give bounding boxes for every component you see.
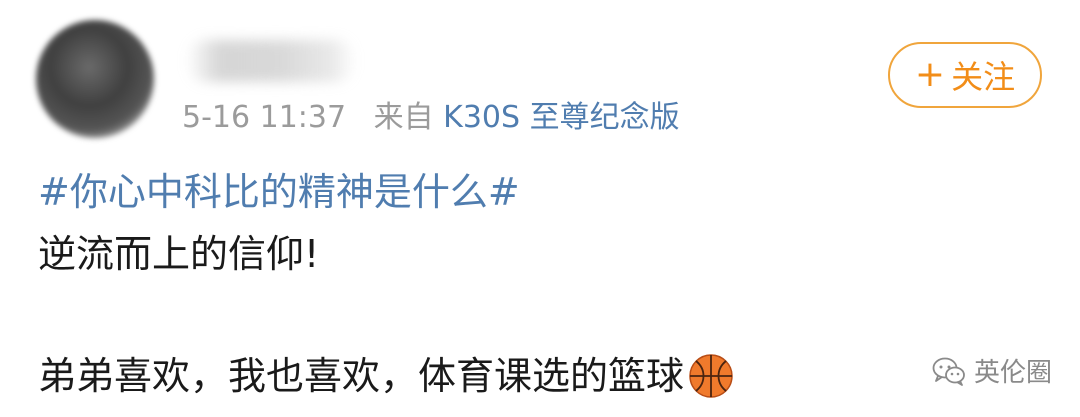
brand-watermark: 英伦圈: [932, 352, 1052, 389]
plus-icon: +: [914, 54, 946, 95]
source-prefix: 来自: [373, 100, 434, 135]
avatar[interactable]: [36, 20, 154, 138]
post-text-line-3-row: 弟弟喜欢，我也喜欢，体育课选的篮球: [38, 350, 1038, 402]
post-text-line-2: 逆流而上的信仰!: [38, 232, 320, 276]
follow-label: 关注: [951, 58, 1016, 96]
topic-line: #你心中科比的精神是什么#: [38, 166, 1038, 218]
brand-name: 英伦圈: [973, 358, 1052, 388]
post-body: #你心中科比的精神是什么# 逆流而上的信仰! 弟弟喜欢，我也喜欢，体育课选的篮球: [38, 166, 1038, 402]
post-time: 5-16 11:37: [182, 100, 347, 135]
follow-button[interactable]: + 关注: [888, 42, 1042, 108]
post-text-line-3: 弟弟喜欢，我也喜欢，体育课选的篮球: [38, 354, 685, 398]
device-name[interactable]: K30S 至尊纪念版: [443, 100, 679, 135]
username-blurred[interactable]: [186, 40, 356, 82]
post-meta: 5-16 11:37 来自 K30S 至尊纪念版: [182, 98, 680, 138]
wechat-icon: [932, 357, 965, 386]
basketball-icon: [689, 354, 733, 398]
topic-hashtag-link[interactable]: #你心中科比的精神是什么#: [38, 170, 520, 214]
